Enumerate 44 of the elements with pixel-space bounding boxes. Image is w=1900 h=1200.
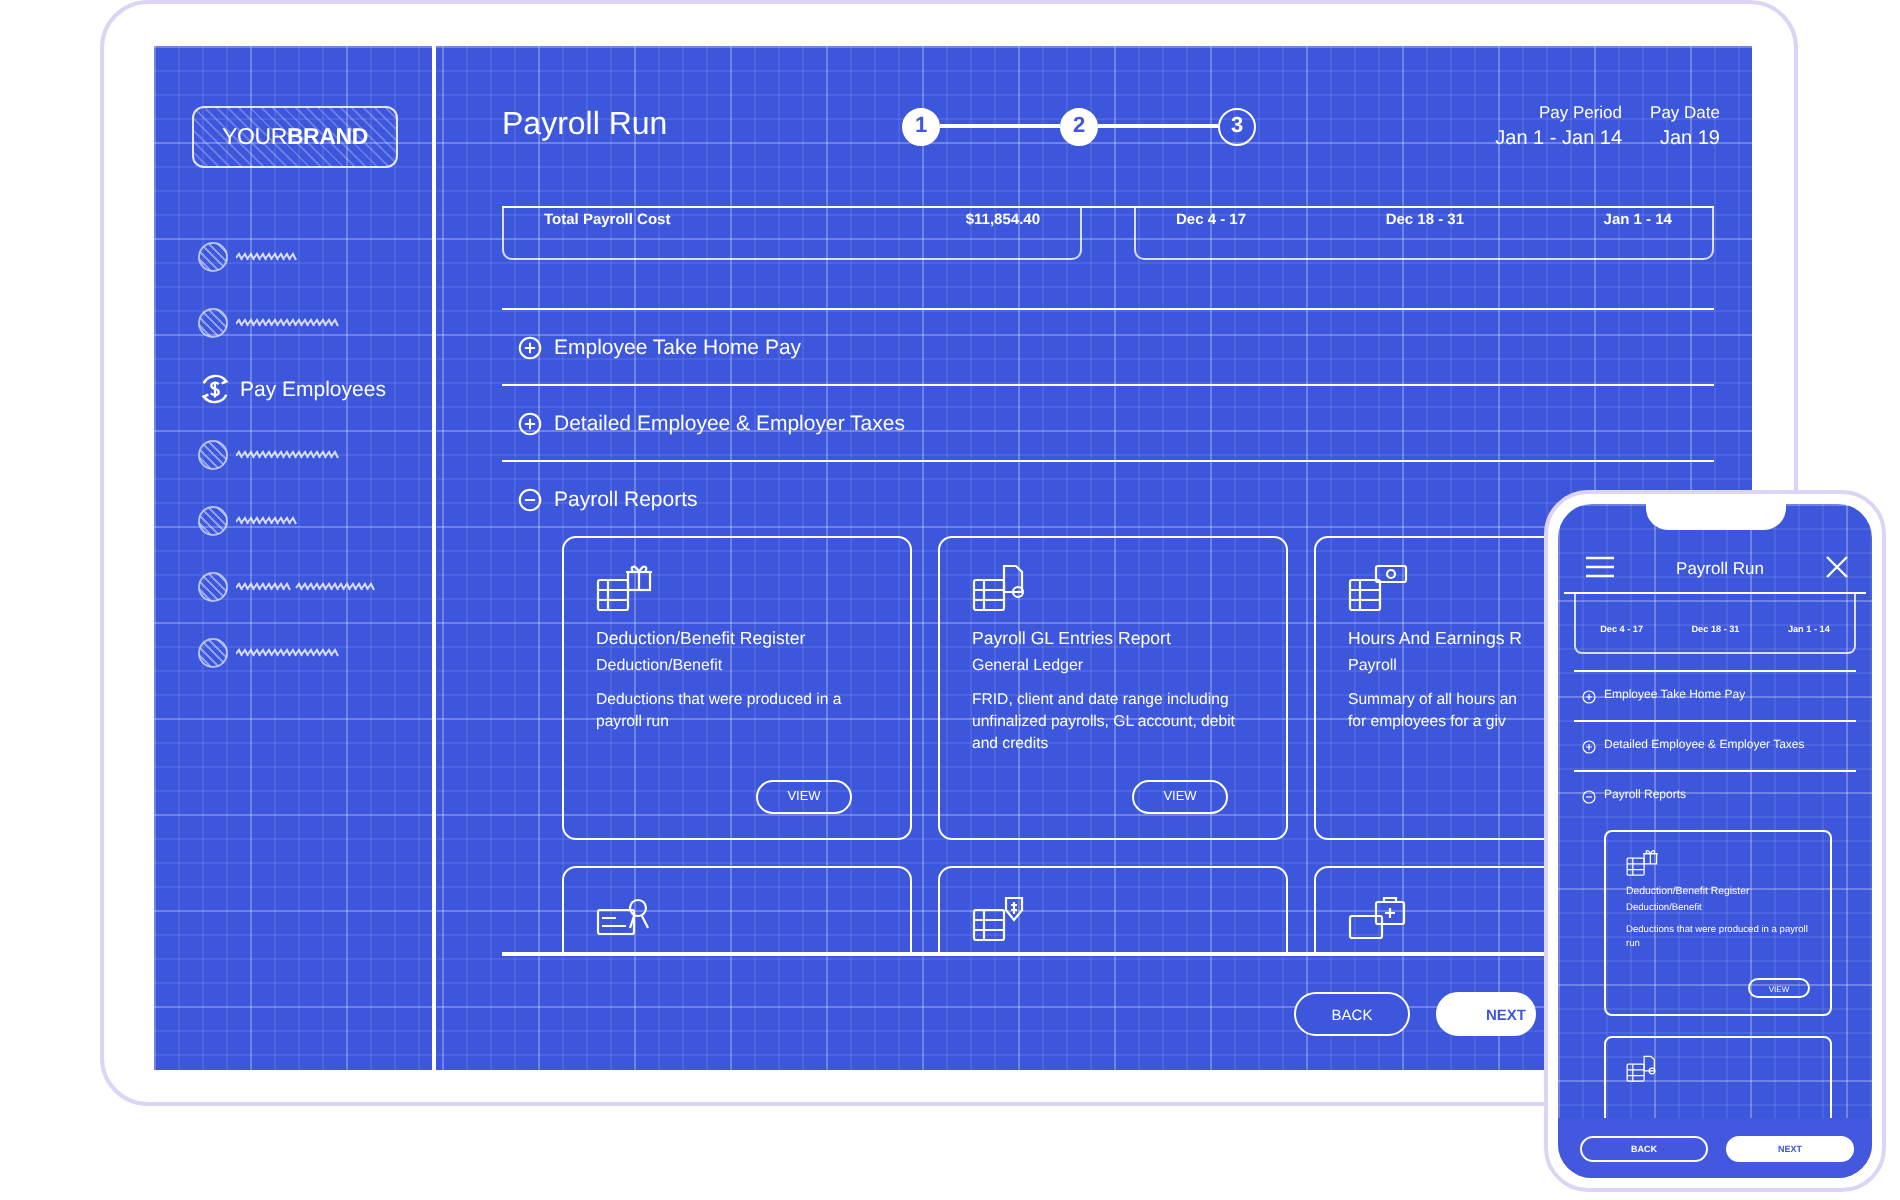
medical-kit-icon (1348, 892, 1408, 943)
pay-info-label: Pay Date (1650, 102, 1720, 122)
accordion-label: Employee Take Home Pay (554, 335, 802, 359)
plus-circle-icon (518, 411, 542, 435)
accordion-label: Payroll Reports (554, 487, 698, 511)
plus-circle-icon (1582, 689, 1596, 703)
dollar-cycle-icon (198, 372, 232, 406)
report-category: General Ledger (972, 655, 1084, 673)
minus-circle-icon (1582, 789, 1596, 803)
scribbled-text-icon (236, 582, 378, 592)
scribbled-text-icon (236, 318, 342, 328)
pay-info-label: Pay Period (1538, 102, 1623, 122)
accordion-header[interactable]: Detailed Employee & Employer Taxes (502, 386, 1118, 460)
plus-circle-icon (518, 335, 542, 359)
scribbled-text-icon (236, 648, 342, 658)
pay-info-value: Jan 19 (1659, 128, 1720, 150)
page-title: Payroll Run (1676, 558, 1764, 578)
scribbled-text-icon (236, 252, 298, 262)
step-indicator: 2 (1060, 107, 1098, 145)
phone-notch (1646, 504, 1786, 530)
accordion-label: Detailed Employee & Employer Taxes (554, 411, 905, 435)
spreadsheet-document-icon (1626, 1054, 1660, 1083)
report-category: Deduction/Benefit (596, 655, 723, 673)
brand-logo: YOURBRAND (192, 106, 398, 168)
report-category: Payroll (1348, 655, 1397, 673)
report-title: Payroll GL Entries Report (972, 627, 1171, 647)
nav-link[interactable]: Pay Employees (240, 377, 386, 401)
scribbled-text-icon (236, 450, 342, 460)
spreadsheet-gift-icon (596, 562, 656, 613)
scribbled-text-icon (236, 516, 298, 526)
menu-icon[interactable] (1586, 556, 1614, 578)
spreadsheet-gift-icon (1626, 848, 1660, 877)
spreadsheet-banknote-icon (1348, 562, 1408, 613)
minus-circle-icon (518, 487, 542, 511)
accordion-header[interactable]: Payroll Reports (502, 462, 1118, 536)
plus-circle-icon (1582, 739, 1596, 753)
close-icon[interactable] (1826, 556, 1848, 578)
pay-info-value: Jan 1 - Jan 14 (1495, 128, 1623, 150)
page-title: Payroll Run (502, 108, 670, 144)
step-indicator: 3 (1218, 107, 1256, 145)
accordion-header[interactable]: Employee Take Home Pay (502, 310, 1118, 384)
report-title: Hours And Earnings R (1348, 627, 1523, 647)
report-title: Deduction/Benefit Register (596, 627, 806, 647)
step-indicator: 1 (902, 107, 940, 145)
